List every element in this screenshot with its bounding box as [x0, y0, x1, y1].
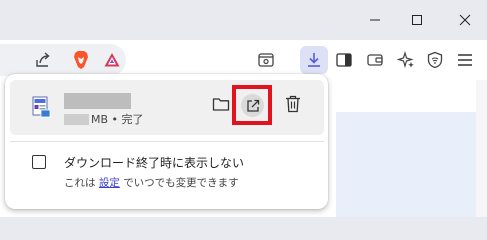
leo-ai-icon — [397, 51, 414, 69]
open-external-icon — [246, 99, 259, 112]
file-name-redacted — [64, 93, 131, 109]
minimize-button[interactable] — [360, 6, 390, 34]
downloads-icon — [308, 53, 320, 67]
sidebar-icon — [336, 53, 352, 67]
panel-divider — [10, 141, 324, 142]
hint-prefix: これは — [64, 177, 96, 189]
delete-button[interactable] — [285, 95, 301, 113]
maximize-button[interactable] — [402, 6, 432, 34]
brave-shields-icon — [74, 51, 88, 69]
downloads-icon-wrap — [303, 49, 325, 71]
maximize-icon — [412, 15, 422, 25]
vpn-icon — [427, 51, 443, 69]
show-in-folder-button[interactable] — [212, 96, 230, 112]
reader-mode-icon — [258, 53, 274, 67]
close-button[interactable] — [450, 6, 480, 34]
settings-hint: これは 設定 でいつでも変更できます — [64, 175, 239, 190]
hint-suffix: でいつでも変更できます — [123, 177, 239, 189]
file-size-redacted — [64, 114, 89, 125]
trash-icon — [286, 95, 300, 113]
wallet-icon — [367, 54, 383, 66]
sidebar-button[interactable] — [333, 49, 355, 71]
settings-link[interactable]: 設定 — [99, 177, 120, 189]
download-status: MB • 完了 — [91, 113, 144, 126]
close-icon — [459, 14, 471, 26]
menu-button[interactable] — [454, 49, 476, 71]
brave-shields-button[interactable] — [70, 49, 92, 71]
vpn-button[interactable] — [424, 49, 446, 71]
hide-on-complete-label: ダウンロード終了時に表示しない — [64, 156, 245, 170]
hide-on-complete-checkbox[interactable] — [32, 155, 46, 169]
brave-rewards-button[interactable] — [101, 49, 123, 71]
file-icon — [31, 96, 51, 118]
minimize-icon — [370, 19, 380, 21]
page-scrollbar[interactable] — [476, 80, 487, 217]
brave-rewards-icon — [104, 53, 120, 67]
title-bar — [0, 0, 487, 40]
download-item[interactable] — [10, 80, 324, 135]
leo-ai-button[interactable] — [395, 49, 417, 71]
folder-icon — [212, 98, 230, 111]
menu-icon — [458, 54, 472, 66]
wallet-button[interactable] — [364, 49, 386, 71]
reader-mode-button[interactable] — [255, 49, 277, 71]
share-button[interactable] — [32, 49, 54, 71]
open-file-button[interactable] — [241, 94, 264, 117]
page-content-panel — [336, 112, 476, 217]
share-icon — [36, 52, 50, 67]
